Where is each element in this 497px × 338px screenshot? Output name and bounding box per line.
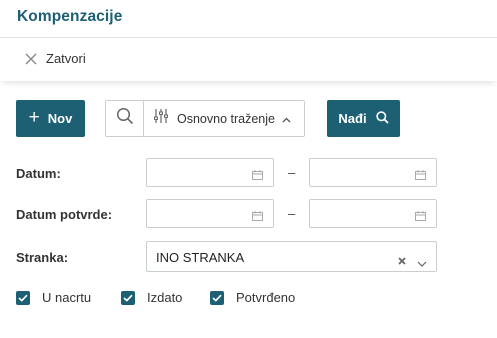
checkmark-icon [121, 290, 135, 305]
issued-checkbox-label: Izdato [147, 290, 183, 305]
range-separator: – [288, 206, 296, 221]
partner-select[interactable]: INO STRANKA [146, 241, 437, 272]
date-from-input[interactable] [147, 159, 247, 186]
confirm-date-from-field[interactable] [146, 199, 274, 228]
chevron-up-icon [282, 110, 291, 128]
confirm-date-to-input[interactable] [310, 200, 410, 227]
calendar-icon[interactable] [252, 167, 263, 185]
date-from-field[interactable] [146, 158, 274, 187]
calendar-icon[interactable] [252, 208, 263, 226]
search-button[interactable] [106, 101, 144, 136]
search-group: Osnovno traženje [105, 100, 305, 137]
checkmark-icon [16, 290, 30, 305]
confirmed-checkbox-label: Potvrđeno [236, 290, 296, 305]
find-button[interactable]: Nađi [327, 100, 400, 137]
close-button[interactable]: Zatvori [25, 51, 86, 66]
date-to-input[interactable] [310, 159, 410, 186]
date-to-field[interactable] [309, 158, 437, 187]
draft-checkbox[interactable]: U nacrtu [16, 290, 91, 305]
calendar-icon[interactable] [415, 208, 426, 226]
draft-checkbox-label: U nacrtu [42, 290, 92, 305]
find-button-label: Nađi [338, 111, 367, 126]
confirmed-checkbox[interactable]: Potvrđeno [210, 290, 295, 305]
page: Kompenzacije Zatvori + Nov Osnovno traže… [0, 0, 497, 338]
calendar-icon[interactable] [415, 167, 426, 185]
partner-label: Stranka: [16, 250, 69, 265]
new-button-label: Nov [47, 111, 73, 126]
confirm-date-from-input[interactable] [147, 200, 247, 227]
close-icon [25, 53, 37, 65]
date-label: Datum: [16, 166, 61, 181]
new-button[interactable]: + Nov [16, 100, 85, 137]
confirm-date-label: Datum potvrde: [16, 207, 113, 222]
advanced-search-toggle[interactable]: Osnovno traženje [144, 101, 304, 136]
checkmark-icon [210, 290, 224, 305]
close-label: Zatvori [46, 51, 86, 66]
issued-checkbox[interactable]: Izdato [121, 290, 182, 305]
confirm-date-to-field[interactable] [309, 199, 437, 228]
range-separator: – [288, 165, 296, 180]
chevron-down-icon[interactable] [417, 254, 427, 272]
plus-icon: + [28, 107, 40, 128]
header: Kompenzacije [0, 0, 497, 38]
toolbar: Zatvori [0, 39, 497, 81]
clear-icon[interactable] [398, 252, 406, 270]
search-icon [367, 110, 389, 127]
advanced-search-label: Osnovno traženje [177, 111, 275, 126]
sliders-icon [154, 108, 168, 129]
page-title: Kompenzacije [17, 8, 123, 25]
search-icon [116, 107, 134, 130]
partner-select-value: INO STRANKA [156, 250, 245, 265]
